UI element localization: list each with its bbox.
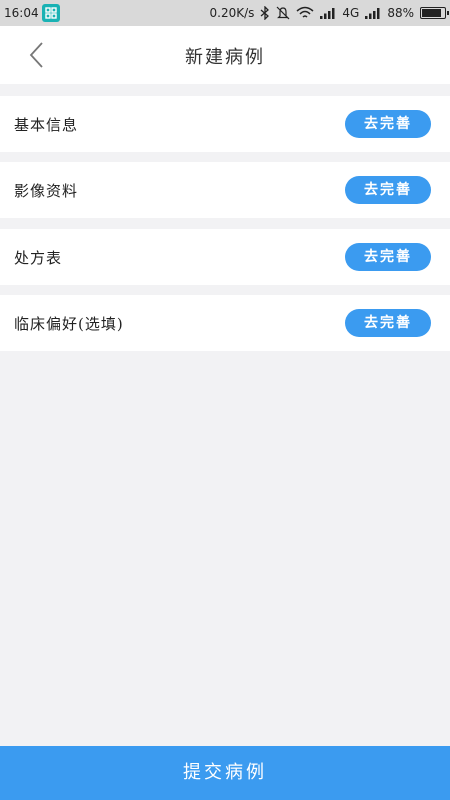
bluetooth-icon bbox=[260, 6, 270, 20]
page-title: 新建病例 bbox=[185, 47, 265, 68]
complete-basic-info-button[interactable]: 去完善 bbox=[345, 110, 431, 138]
complete-prescription-button[interactable]: 去完善 bbox=[345, 243, 431, 271]
status-bar: 16:04 0.20K/s 4G 88% bbox=[0, 0, 450, 26]
row-basic-info: 基本信息 去完善 bbox=[0, 96, 450, 152]
network-type: 4G bbox=[342, 6, 360, 20]
row-imaging: 影像资料 去完善 bbox=[0, 162, 450, 218]
row-label: 处方表 bbox=[14, 249, 63, 267]
row-label: 基本信息 bbox=[14, 116, 79, 134]
mute-icon bbox=[276, 6, 290, 20]
battery-icon bbox=[420, 7, 449, 19]
submit-case-button[interactable]: 提交病例 bbox=[0, 746, 450, 800]
complete-clinical-preference-button[interactable]: 去完善 bbox=[345, 309, 431, 337]
signal-icon bbox=[320, 7, 336, 19]
status-right: 0.20K/s 4G 88% bbox=[209, 4, 449, 22]
row-label: 临床偏好(选填) bbox=[14, 315, 124, 333]
row-prescription: 处方表 去完善 bbox=[0, 229, 450, 285]
signal-icon-2 bbox=[365, 7, 381, 19]
screen: 16:04 0.20K/s 4G 88% 新建病例 基本信息 去完善 影像资料 … bbox=[0, 0, 450, 800]
header: 新建病例 bbox=[0, 26, 450, 84]
wifi-icon bbox=[296, 6, 314, 20]
row-clinical-preference: 临床偏好(选填) 去完善 bbox=[0, 295, 450, 351]
battery-fill bbox=[422, 9, 442, 17]
row-label: 影像资料 bbox=[14, 182, 79, 200]
app-notification-icon bbox=[42, 4, 60, 22]
complete-imaging-button[interactable]: 去完善 bbox=[345, 176, 431, 204]
battery-percent: 88% bbox=[387, 6, 414, 20]
status-time: 16:04 bbox=[4, 6, 39, 20]
network-speed: 0.20K/s bbox=[209, 6, 255, 20]
